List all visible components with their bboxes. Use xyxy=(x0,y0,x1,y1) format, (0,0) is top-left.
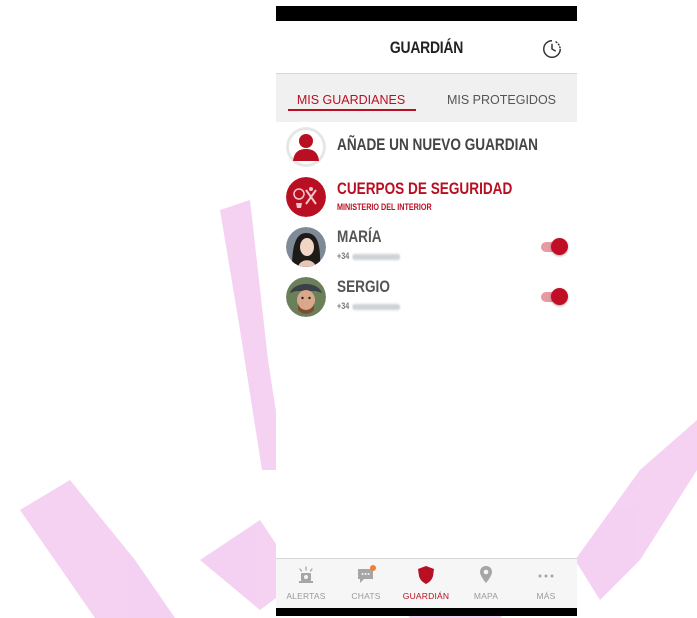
shield-icon xyxy=(418,566,434,584)
avatar xyxy=(286,227,326,267)
nav-label: ALERTAS xyxy=(286,591,326,601)
phone-screen: GUARDIÁN MIS GUARDIANES MIS PROTEGIDOS A… xyxy=(276,6,577,616)
security-forces-title: CUERPOS DE SEGURIDAD xyxy=(337,179,513,198)
contact-row[interactable]: MARÍA +34 xyxy=(276,222,577,272)
security-forces-subtitle: MINISTERIO DEL INTERIOR xyxy=(337,202,432,212)
nav-mas[interactable]: MÁS xyxy=(516,559,576,609)
tab-bar: MIS GUARDIANES MIS PROTEGIDOS xyxy=(276,74,577,122)
page-title: GUARDIÁN xyxy=(389,38,464,57)
user-silhouette-icon xyxy=(286,127,326,167)
contact-photo-maria xyxy=(286,227,326,267)
map-pin-icon xyxy=(480,566,492,583)
security-forces-row[interactable]: CUERPOS DE SEGURIDAD MINISTERIO DEL INTE… xyxy=(276,172,577,222)
unread-badge xyxy=(370,565,376,571)
chat-icon xyxy=(358,565,376,583)
clock-history-icon[interactable] xyxy=(541,38,563,60)
nav-label: GUARDIÁN xyxy=(402,591,450,601)
contact-name: MARÍA xyxy=(337,227,382,246)
security-forces-avatar xyxy=(286,177,326,217)
status-bar xyxy=(276,6,577,21)
add-guardian-label: AÑADE UN NUEVO GUARDIAN xyxy=(337,135,538,154)
app-bar: GUARDIÁN xyxy=(276,21,577,74)
bottom-navigation: ALERTAS CHATS GUARDIÁN MAPA MÁS xyxy=(276,558,577,609)
nav-alertas[interactable]: ALERTAS xyxy=(276,559,336,609)
guardian-list: AÑADE UN NUEVO GUARDIAN CUERPOS DE SEGUR… xyxy=(276,122,577,322)
add-guardian-row[interactable]: AÑADE UN NUEVO GUARDIAN xyxy=(276,122,577,172)
nav-label: CHATS xyxy=(351,591,381,601)
contact-row[interactable]: SERGIO +34 xyxy=(276,272,577,322)
contact-phone: +34 xyxy=(337,301,401,311)
active-tab-indicator xyxy=(288,109,416,111)
guardian-toggle[interactable] xyxy=(539,288,569,305)
tab-mis-protegidos[interactable]: MIS PROTEGIDOS xyxy=(426,74,577,122)
nav-mapa[interactable]: MAPA xyxy=(456,559,516,609)
contact-name: SERGIO xyxy=(337,277,390,296)
system-nav-bar xyxy=(276,608,577,616)
add-guardian-avatar xyxy=(286,127,326,167)
nav-label: MÁS xyxy=(536,591,556,601)
tab-mis-guardianes[interactable]: MIS GUARDIANES xyxy=(276,74,426,122)
more-icon xyxy=(538,574,554,578)
contact-phone: +34 xyxy=(337,251,401,261)
nav-label: MAPA xyxy=(473,591,499,601)
siren-icon xyxy=(299,566,313,583)
contact-photo-sergio xyxy=(286,277,326,317)
guardian-toggle[interactable] xyxy=(539,238,569,255)
avatar xyxy=(286,277,326,317)
security-emblem-icon xyxy=(286,177,326,217)
nav-chats[interactable]: CHATS xyxy=(336,559,396,609)
nav-guardian[interactable]: GUARDIÁN xyxy=(396,559,456,609)
